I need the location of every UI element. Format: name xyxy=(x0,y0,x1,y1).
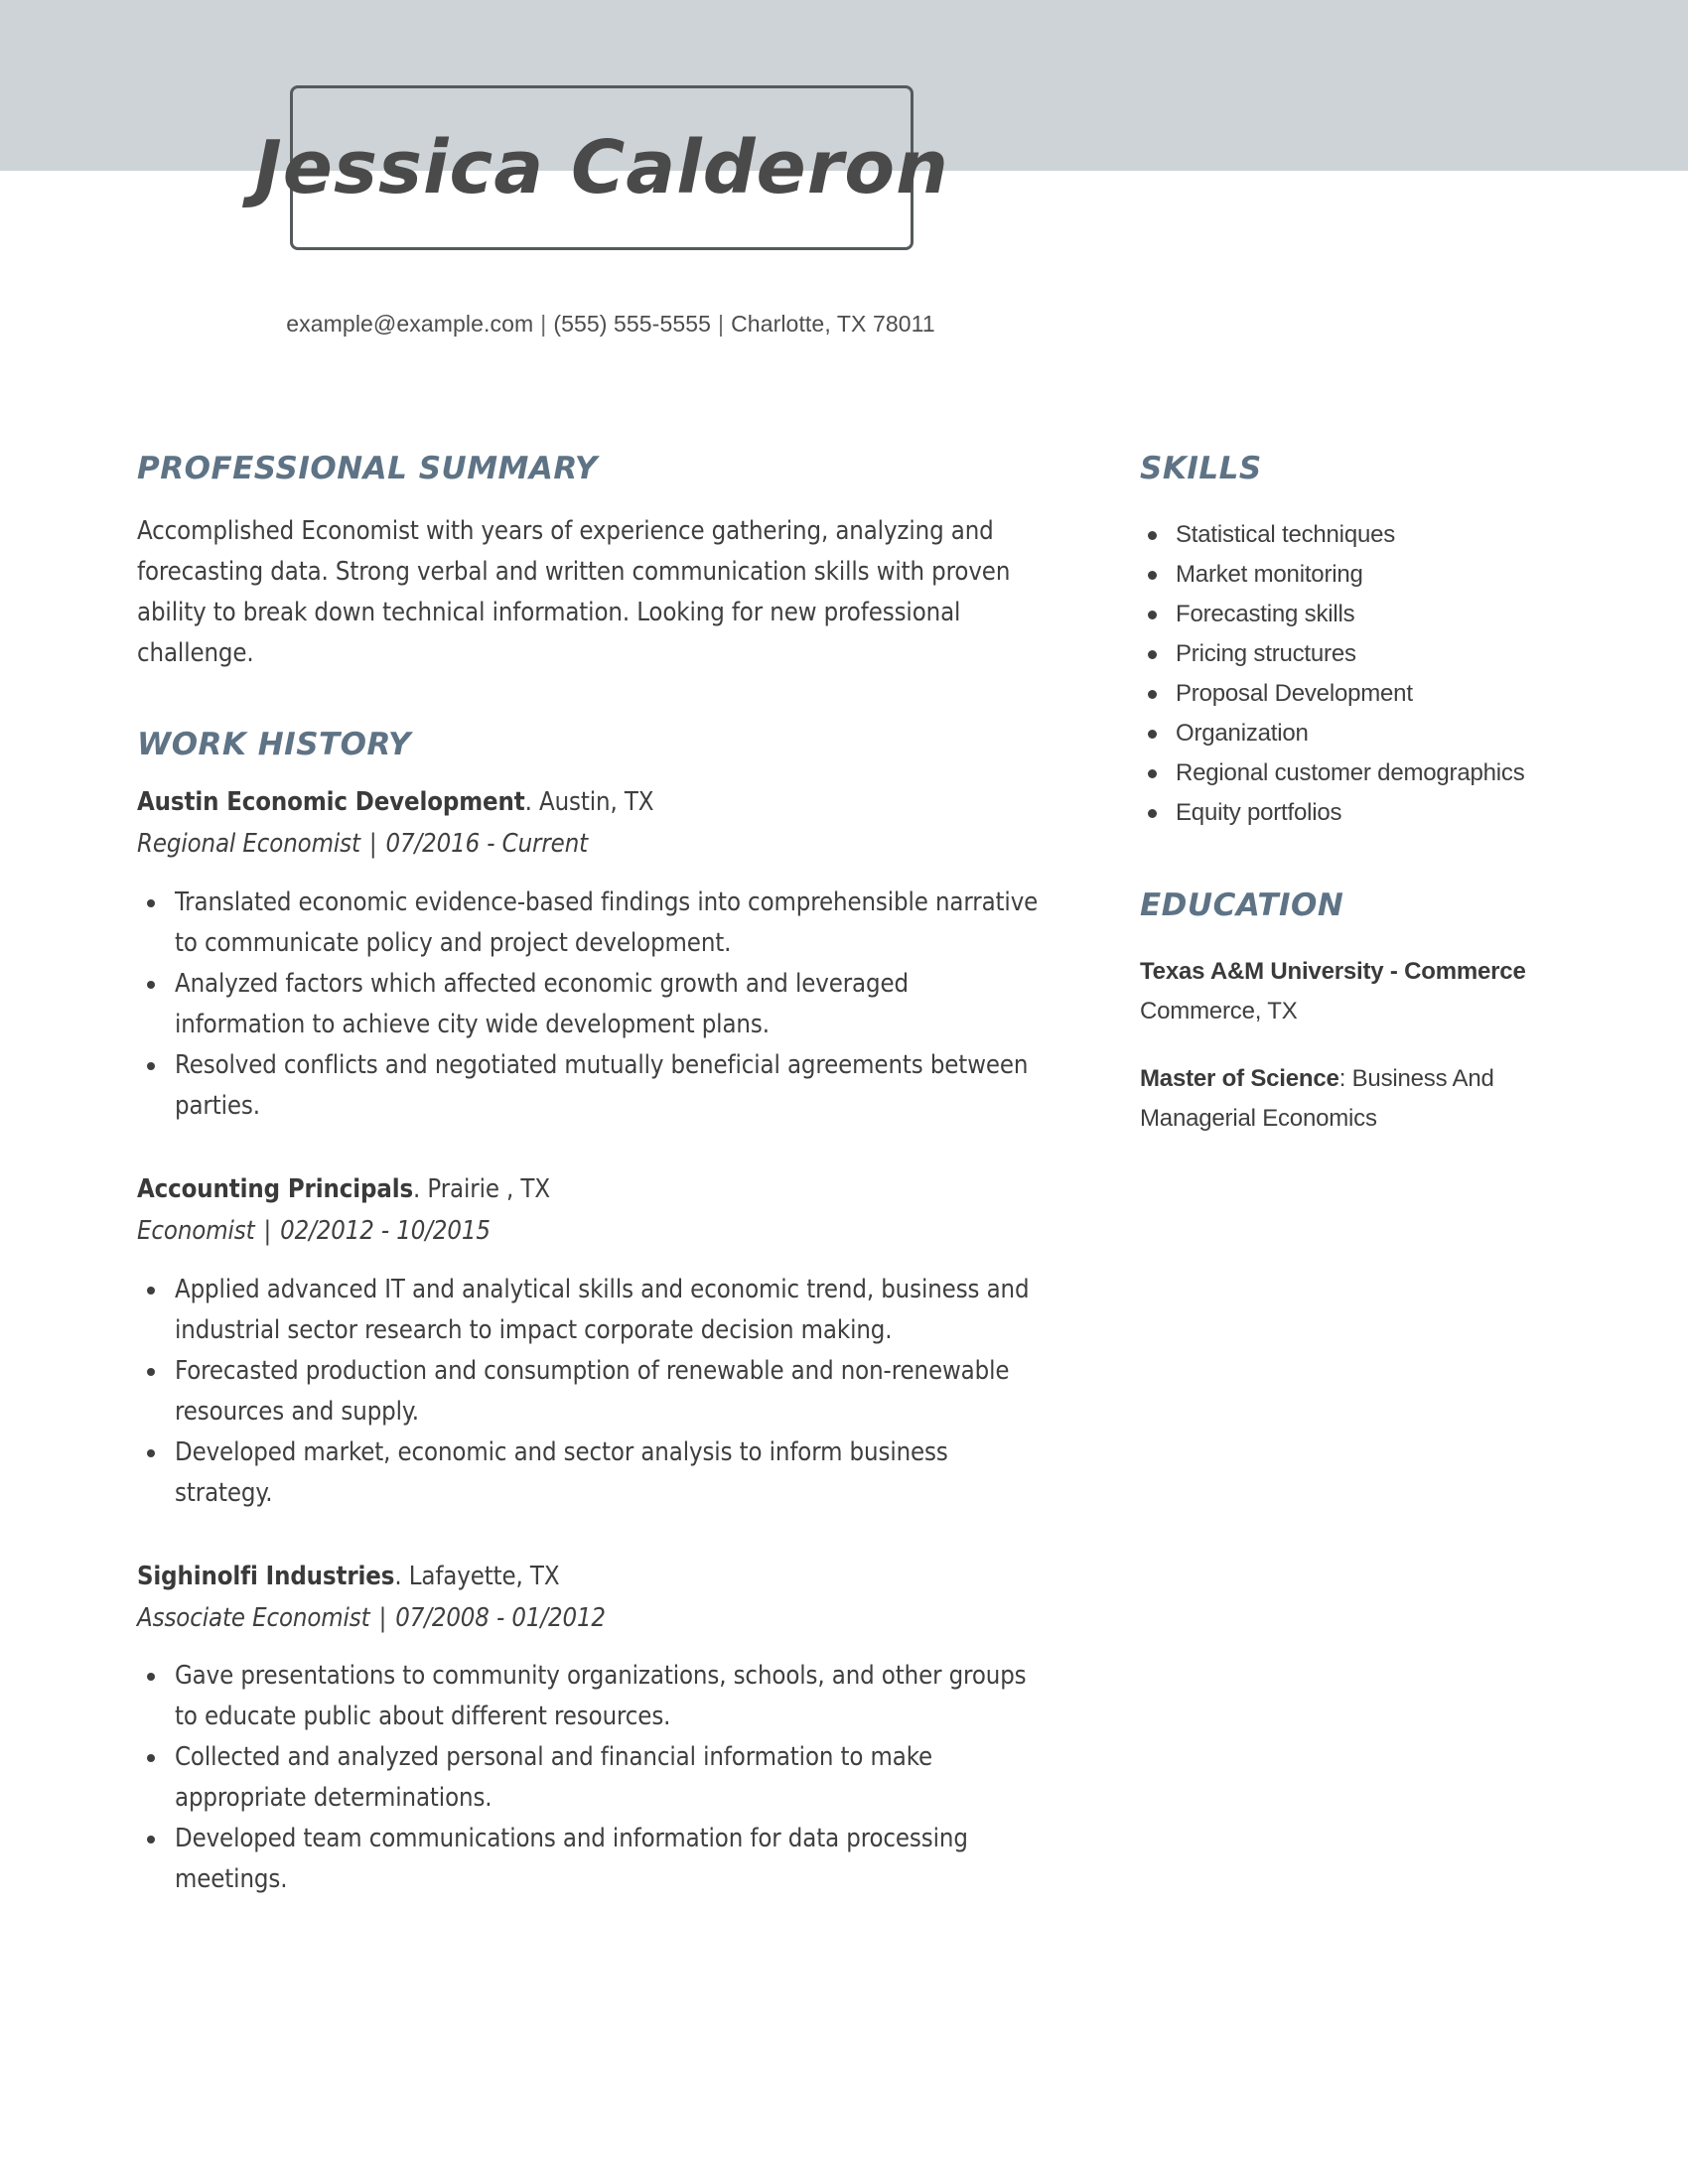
job-role-line: Regional Economist | 07/2016 - Current xyxy=(137,829,1046,861)
job-duties-list: Gave presentations to community organiza… xyxy=(137,1656,1046,1900)
job-company-location: . Prairie , TX xyxy=(413,1173,550,1204)
contact-line: example@example.com | (555) 555-5555 | Charl… xyxy=(0,311,1221,338)
page-title: Jessica Calderon xyxy=(254,125,949,210)
job-company-location: . Austin, TX xyxy=(524,787,654,818)
job-company-location: . Lafayette, TX xyxy=(394,1561,560,1591)
skill-item: Regional customer demographics xyxy=(1140,753,1537,793)
skill-item: Organization xyxy=(1140,714,1537,753)
job-dates: 02/2012 - 10/2015 xyxy=(280,1215,491,1246)
job-organization: Sighinolfi Industries. Lafayette, TX xyxy=(137,1562,1046,1593)
job-organization: Austin Economic Development. Austin, TX xyxy=(137,787,1046,819)
job-duty-item: Forecasted production and consumption of… xyxy=(137,1351,1046,1433)
professional-summary-text: Accomplished Economist with years of exp… xyxy=(137,516,1011,669)
work-history-entry: Austin Economic Development. Austin, TX R… xyxy=(137,787,1046,1127)
skill-item: Proposal Development xyxy=(1140,674,1537,714)
job-company-name: Sighinolfi Industries xyxy=(137,1561,395,1591)
job-role-line: Economist | 02/2012 - 10/2015 xyxy=(137,1216,1046,1248)
job-duty-item: Analyzed factors which affected economic… xyxy=(137,964,1046,1045)
job-duty-item: Developed market, economic and sector an… xyxy=(137,1433,1046,1514)
contact-location: Charlotte, TX 78011 xyxy=(731,311,935,337)
job-company-name: Austin Economic Development xyxy=(137,787,525,818)
job-duties-list: Applied advanced IT and analytical skill… xyxy=(137,1270,1046,1514)
name-box: Jessica Calderon xyxy=(254,85,948,250)
job-duty-item: Collected and analyzed personal and fina… xyxy=(137,1737,1046,1819)
job-organization: Accounting Principals. Prairie , TX xyxy=(137,1174,1046,1206)
job-duty-item: Applied advanced IT and analytical skill… xyxy=(137,1270,1046,1351)
skill-item: Market monitoring xyxy=(1140,555,1537,595)
education-school: Texas A&M University - Commerce xyxy=(1140,958,1526,986)
section-title-skills: SKILLS xyxy=(1140,451,1262,486)
skill-item: Forecasting skills xyxy=(1140,595,1537,634)
job-duties-list: Translated economic evidence-based findi… xyxy=(137,883,1046,1127)
job-dates: 07/2008 - 01/2012 xyxy=(395,1602,606,1633)
job-duty-item: Resolved conflicts and negotiated mutual… xyxy=(137,1045,1046,1127)
section-title-professional-summary: PROFESSIONAL SUMMARY xyxy=(137,451,598,486)
skill-item: Pricing structures xyxy=(1140,634,1537,674)
work-history-entry: Accounting Principals. Prairie , TX Econo… xyxy=(137,1174,1046,1514)
main-column: PROFESSIONAL SUMMARY Accomplished Econom… xyxy=(137,452,1046,1900)
job-separator: | xyxy=(368,829,377,860)
job-dates: 07/2016 - Current xyxy=(385,829,589,860)
skills-block: SKILLS Statistical techniques Market moni… xyxy=(1140,452,1537,833)
education-location: Commerce, TX xyxy=(1140,998,1298,1025)
job-duty-item: Translated economic evidence-based findi… xyxy=(137,883,1046,964)
skill-item: Equity portfolios xyxy=(1140,793,1537,833)
section-title-work-history: WORK HISTORY xyxy=(137,727,412,763)
education-degree-label: Master of Science xyxy=(1140,1065,1339,1093)
job-role-line: Associate Economist | 07/2008 - 01/2012 xyxy=(137,1603,1046,1635)
resume-page: Jessica Calderon example@example.com | (55… xyxy=(0,0,1688,2184)
job-title: Regional Economist xyxy=(137,829,360,860)
contact-separator-1: | xyxy=(540,311,547,337)
work-history-list: Austin Economic Development. Austin, TX R… xyxy=(137,787,1046,1900)
job-separator: | xyxy=(378,1602,387,1633)
contact-email: example@example.com xyxy=(286,311,534,337)
education-block: EDUCATION Texas A&M University - Commerc… xyxy=(1140,888,1537,1139)
sidebar-column: SKILLS Statistical techniques Market moni… xyxy=(1140,452,1537,1194)
job-company-name: Accounting Principals xyxy=(137,1173,414,1204)
skills-list: Statistical techniques Market monitoring F… xyxy=(1140,515,1537,833)
job-separator: | xyxy=(263,1215,272,1246)
contact-separator-2: | xyxy=(718,311,725,337)
education-degree: Master of Science: Business And Manageri… xyxy=(1140,1059,1537,1139)
job-title: Associate Economist xyxy=(137,1602,370,1633)
job-duty-item: Gave presentations to community organiza… xyxy=(137,1656,1046,1737)
skill-item: Statistical techniques xyxy=(1140,515,1537,555)
section-title-education: EDUCATION xyxy=(1140,887,1344,924)
contact-phone: (555) 555-5555 xyxy=(553,311,712,337)
job-duty-item: Developed team communications and inform… xyxy=(137,1819,1046,1900)
work-history-entry: Sighinolfi Industries. Lafayette, TX Asso… xyxy=(137,1562,1046,1901)
job-title: Economist xyxy=(137,1215,255,1246)
